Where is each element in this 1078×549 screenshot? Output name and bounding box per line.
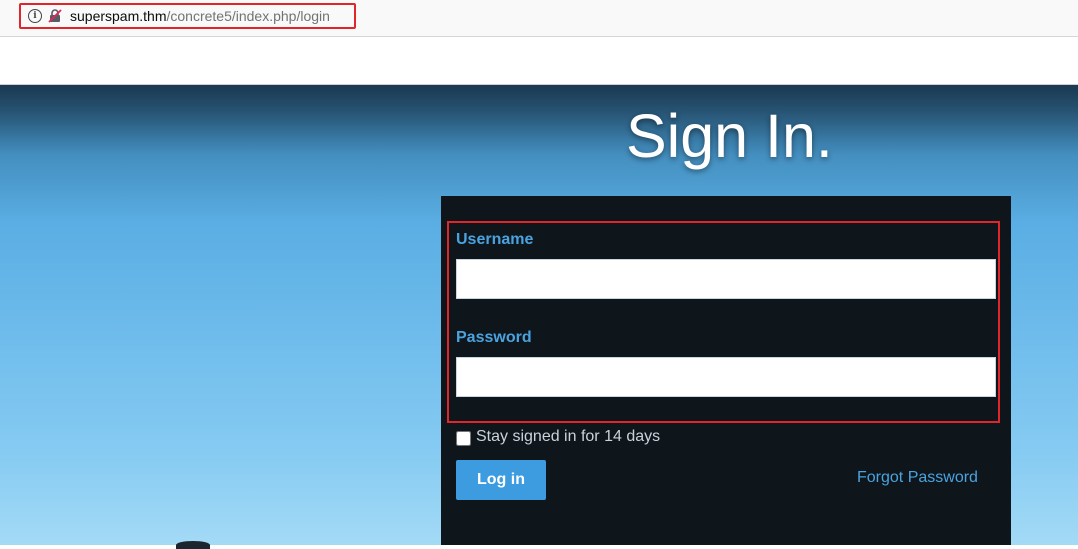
url-path: /concrete5/index.php/login (166, 8, 330, 24)
hero-shade (0, 85, 1078, 155)
remember-label: Stay signed in for 14 days (476, 428, 661, 445)
username-label: Username (456, 231, 534, 248)
info-icon[interactable]: i (28, 9, 42, 23)
page-header-strip (0, 37, 1078, 85)
password-input[interactable] (456, 357, 996, 397)
username-input[interactable] (456, 259, 996, 299)
background-object (176, 541, 210, 549)
browser-toolbar: i superspam.thm/concrete5/index.php/logi… (0, 0, 1078, 37)
remember-checkbox[interactable] (456, 431, 471, 446)
page-title: Sign In. (626, 102, 833, 170)
password-label: Password (456, 329, 532, 346)
insecure-lock-icon[interactable] (48, 9, 62, 23)
address-bar[interactable]: i superspam.thm/concrete5/index.php/logi… (19, 3, 356, 29)
forgot-password-link[interactable]: Forgot Password (857, 469, 978, 487)
login-button[interactable]: Log in (456, 460, 546, 500)
url-domain: superspam.thm (70, 8, 167, 24)
